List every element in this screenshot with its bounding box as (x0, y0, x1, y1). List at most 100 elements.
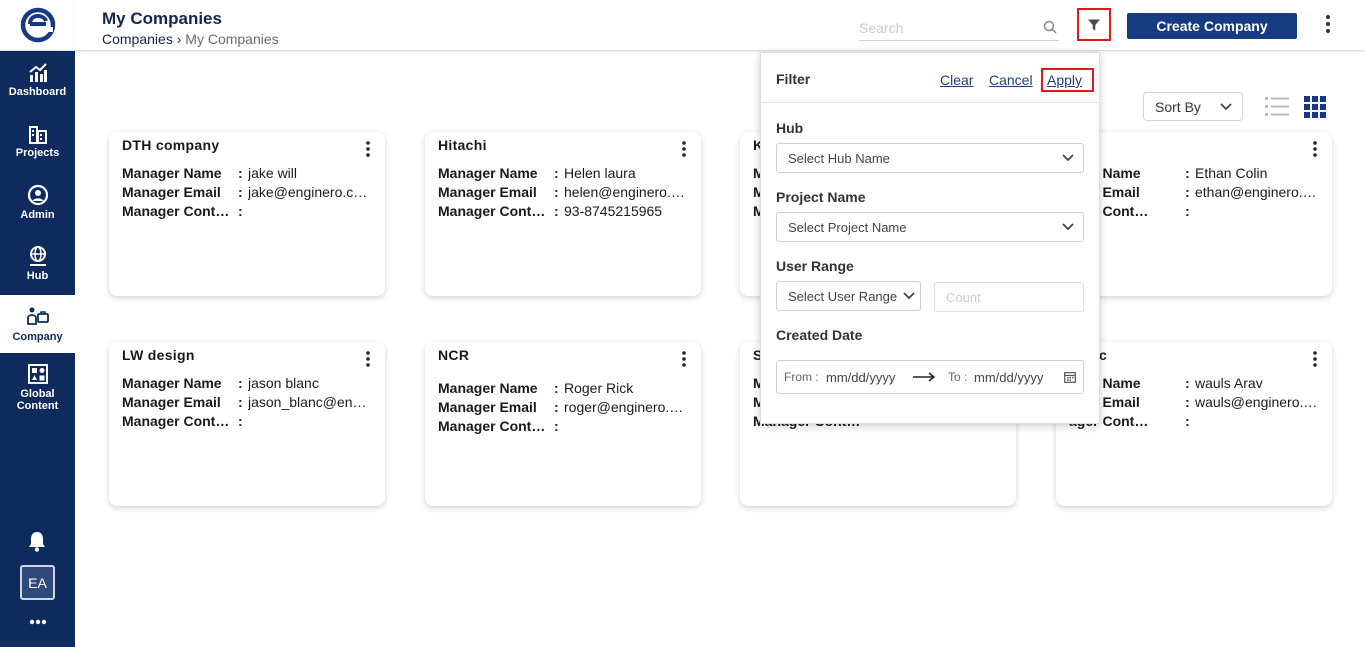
filter-clear-link[interactable]: Clear (940, 72, 973, 88)
app-logo[interactable] (0, 0, 75, 51)
chevron-down-icon (1062, 223, 1074, 231)
filter-cancel-link[interactable]: Cancel (989, 72, 1033, 88)
card-row-manager-contact: Manager Cont…: (122, 413, 243, 429)
breadcrumb-separator: › (176, 31, 182, 47)
filter-title: Filter (776, 71, 811, 87)
more-vertical-icon[interactable] (1325, 14, 1331, 39)
hub-select[interactable]: Select Hub Name (776, 143, 1084, 173)
create-company-button[interactable]: Create Company (1127, 13, 1297, 39)
company-card-title: NCR (438, 347, 470, 363)
card-row-manager-name: ager Name: Ethan Colin (1069, 165, 1268, 181)
search-icon[interactable] (1043, 20, 1057, 34)
filter-panel: Filter Clear Cancel Apply Hub Select Hub… (760, 52, 1100, 424)
card-more-icon[interactable] (1312, 140, 1318, 163)
calendar-icon[interactable] (1064, 371, 1076, 383)
filter-header: Filter Clear Cancel Apply (761, 53, 1099, 103)
card-row-manager-name: Manager Name: jake will (122, 165, 298, 181)
sidebar-item-label: Projects (15, 146, 60, 159)
more-horizontal-icon[interactable] (29, 612, 47, 630)
date-range-picker[interactable]: From : mm/dd/yyyy To : mm/dd/yyyy (776, 360, 1084, 394)
sort-by-dropdown[interactable]: Sort By (1143, 92, 1243, 121)
sidebar-item-admin[interactable]: Admin (0, 173, 75, 231)
filter-funnel-icon (1088, 19, 1100, 30)
hub-select-placeholder: Select Hub Name (788, 150, 890, 166)
sidebar-item-hub[interactable]: Hub (0, 234, 75, 292)
user-circle-icon (27, 184, 48, 205)
project-name-label: Project Name (776, 189, 866, 205)
chevron-down-icon (1220, 103, 1232, 111)
card-row-manager-name: ager Name: wauls Arav (1069, 375, 1263, 391)
company-card[interactable]: Hitachi Manager Name: Helen laura Manager… (425, 132, 701, 296)
card-row-manager-name: Manager Name: Roger Rick (438, 380, 634, 396)
breadcrumb-root[interactable]: Companies (102, 31, 173, 47)
to-date-input[interactable]: mm/dd/yyyy (974, 370, 1043, 385)
grid-view-icon[interactable] (1304, 96, 1326, 123)
user-range-select[interactable]: Select User Range (776, 281, 921, 311)
project-name-select[interactable]: Select Project Name (776, 212, 1084, 242)
list-view-icon[interactable] (1265, 96, 1289, 123)
chevron-down-icon (903, 292, 915, 300)
card-row-manager-contact: Manager Cont…: (438, 418, 559, 434)
card-row-manager-email: ager Email: ethan@enginero.… (1069, 184, 1317, 200)
card-row-manager-contact: Manager Cont…: (122, 203, 243, 219)
search-box (859, 16, 1059, 41)
card-more-icon[interactable] (1312, 350, 1318, 373)
user-range-placeholder: Select User Range (788, 288, 898, 304)
sidebar-item-label: Company (12, 330, 63, 343)
sidebar-item-label: Hub (26, 269, 49, 282)
card-more-icon[interactable] (681, 350, 687, 373)
sidebar-item-global-content[interactable]: Global Content (0, 356, 75, 418)
breadcrumb-current: My Companies (185, 31, 279, 47)
sidebar: Dashboard Projects Admin Hub Company Glo… (0, 0, 75, 647)
buildings-icon (28, 125, 47, 144)
user-range-label: User Range (776, 258, 854, 274)
hub-label: Hub (776, 120, 804, 136)
sidebar-item-label: Admin (20, 208, 55, 221)
content-grid-icon (27, 363, 48, 384)
sort-by-label: Sort By (1155, 98, 1201, 115)
search-input[interactable] (859, 16, 1029, 36)
from-label: From : (784, 370, 819, 384)
sidebar-item-company[interactable]: Company (0, 295, 75, 353)
notifications-bell-icon[interactable] (27, 530, 47, 557)
company-icon (26, 307, 49, 325)
card-row-manager-email: Manager Email: roger@enginero.… (438, 399, 684, 415)
card-row-manager-contact: ager Cont…: (1069, 413, 1190, 429)
card-more-icon[interactable] (681, 140, 687, 163)
arrow-right-icon (913, 372, 936, 382)
company-card[interactable]: LW design Manager Name: jason blanc Manag… (109, 342, 385, 506)
chart-up-icon (28, 62, 47, 82)
top-bar: My Companies Companies › My Companies Cr… (75, 0, 1365, 51)
card-row-manager-name: Manager Name: jason blanc (122, 375, 319, 391)
sidebar-item-dashboard[interactable]: Dashboard (0, 51, 75, 109)
card-row-manager-email: Manager Email: jake@enginero.c… (122, 184, 368, 200)
project-select-placeholder: Select Project Name (788, 219, 907, 235)
page-title: My Companies (102, 9, 222, 28)
card-row-manager-contact: Manager Cont…:93-8745215965 (438, 203, 663, 219)
company-card-title: LW design (122, 347, 195, 363)
filter-apply-link[interactable]: Apply (1047, 72, 1082, 88)
card-more-icon[interactable] (365, 140, 371, 163)
avatar[interactable]: EA (20, 565, 55, 600)
sidebar-item-label: Global Content (16, 387, 59, 412)
company-card-title: Hitachi (438, 137, 487, 153)
count-input[interactable]: Count (934, 282, 1084, 312)
company-card[interactable]: NCR Manager Name: Roger Rick Manager Emai… (425, 342, 701, 506)
card-row-manager-email: Manager Email: jason_blanc@en… (122, 394, 367, 410)
enginero-logo-icon (20, 7, 55, 43)
sidebar-item-projects[interactable]: Projects (0, 112, 75, 170)
filter-button[interactable] (1077, 8, 1111, 41)
to-label: To : (948, 370, 968, 384)
from-date-input[interactable]: mm/dd/yyyy (826, 370, 895, 385)
chevron-down-icon (1062, 154, 1074, 162)
card-row-manager-contact: ager Cont…: (1069, 203, 1190, 219)
breadcrumb: Companies › My Companies (102, 31, 279, 47)
card-row-manager-email: Manager Email: helen@enginero.… (438, 184, 685, 200)
card-row-manager-email: ager Email: wauls@enginero.… (1069, 394, 1318, 410)
company-card-title: DTH company (122, 137, 220, 153)
company-card[interactable]: DTH company Manager Name: jake will Manag… (109, 132, 385, 296)
card-more-icon[interactable] (365, 350, 371, 373)
globe-hub-icon (29, 245, 46, 266)
created-date-label: Created Date (776, 327, 863, 343)
sidebar-item-label: Dashboard (8, 85, 67, 98)
